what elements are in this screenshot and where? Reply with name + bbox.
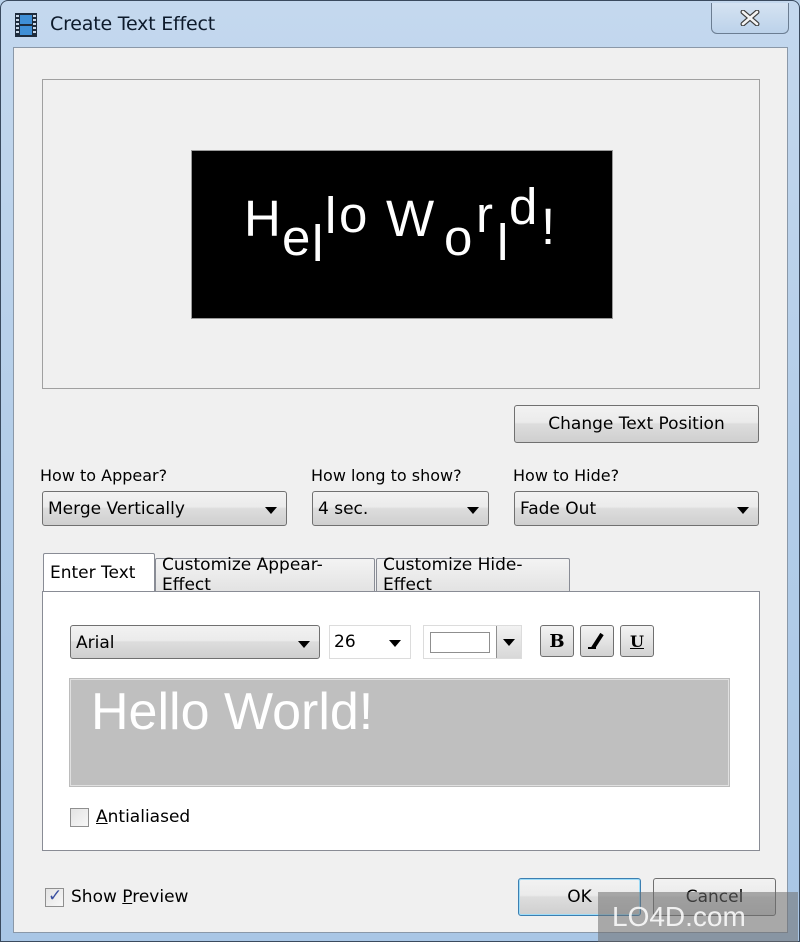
title-bar[interactable]: Create Text Effect (1, 1, 800, 47)
preview-area: H e l l o W o r l d ! (42, 79, 760, 389)
preview-glyph: r (476, 186, 493, 243)
hide-effect-select[interactable]: Fade Out (514, 491, 759, 526)
preview-glyph: ! (541, 198, 556, 255)
preview-glyph: o (444, 209, 473, 266)
text-color-picker[interactable] (423, 625, 522, 659)
tab-customize-hide-effect[interactable]: Customize Hide-Effect (376, 555, 570, 595)
bold-button[interactable]: B (540, 625, 574, 657)
underline-button[interactable]: U (620, 625, 654, 657)
watermark-text: LO4D.com (612, 901, 746, 932)
animated-preview-text: H e l l o W o r l d ! (244, 178, 584, 289)
chevron-down-icon (737, 507, 749, 514)
underline-icon: U (630, 631, 644, 651)
antialiased-checkbox[interactable] (70, 808, 89, 827)
checkmark-icon: ✓ (48, 886, 63, 906)
duration-label: How long to show? (311, 466, 462, 485)
preview-glyph: l (325, 187, 337, 244)
show-preview-label-rest: review (132, 887, 189, 907)
show-preview-label-start: Show (71, 887, 123, 907)
effect-text-value: Hello World! (91, 683, 374, 741)
dialog-window: Create Text Effect H e l l o W o r l d !… (0, 0, 800, 942)
color-swatch (430, 632, 490, 653)
appear-effect-value: Merge Vertically (48, 499, 185, 519)
show-preview-checkbox[interactable]: ✓ (45, 886, 64, 907)
antialiased-label[interactable]: Antialiased (96, 807, 190, 827)
accelerator-key: A (96, 807, 108, 827)
window-title: Create Text Effect (50, 13, 216, 35)
preview-glyph: W (386, 190, 435, 247)
chevron-down-icon (503, 639, 515, 646)
tab-enter-text[interactable]: Enter Text (43, 553, 155, 591)
watermark: LO4D.com (598, 892, 798, 942)
tab-customize-appear-effect[interactable]: Customize Appear-Effect (155, 555, 375, 595)
close-button[interactable] (711, 3, 789, 34)
effect-text-input[interactable]: Hello World! (69, 678, 730, 787)
italic-button[interactable] (580, 625, 614, 657)
italic-icon (588, 632, 604, 650)
bold-icon: B (549, 630, 565, 652)
duration-select[interactable]: 4 sec. (312, 491, 489, 526)
accelerator-key: P (122, 887, 133, 907)
font-size-select[interactable]: 26 (329, 625, 411, 659)
duration-value: 4 sec. (318, 499, 369, 519)
change-text-position-button[interactable]: Change Text Position (514, 405, 759, 443)
chevron-down-icon (265, 507, 277, 514)
font-size-value: 26 (334, 632, 356, 652)
color-dropdown-button[interactable] (496, 626, 521, 658)
appear-label: How to Appear? (40, 466, 168, 485)
hide-label: How to Hide? (513, 466, 620, 485)
appear-effect-select[interactable]: Merge Vertically (42, 491, 287, 526)
preview-glyph: l (312, 215, 324, 272)
font-family-select[interactable]: Arial (70, 625, 320, 659)
preview-glyph: l (497, 214, 509, 271)
preview-glyph: o (339, 186, 368, 243)
dialog-content: H e l l o W o r l d ! Change Text Positi… (13, 47, 788, 933)
preview-glyph: H (244, 190, 281, 247)
chevron-down-icon (389, 640, 401, 647)
chevron-down-icon (298, 641, 310, 648)
film-strip-icon (15, 13, 37, 37)
close-icon (740, 10, 760, 26)
chevron-down-icon (467, 507, 479, 514)
font-family-value: Arial (76, 633, 115, 653)
preview-canvas: H e l l o W o r l d ! (191, 150, 613, 319)
show-preview-label[interactable]: Show Preview (71, 887, 188, 907)
hide-effect-value: Fade Out (520, 499, 597, 519)
preview-glyph: e (282, 209, 311, 266)
enter-text-panel: Arial 26 B U Hello World! Antialiased (42, 591, 760, 851)
antialiased-label-rest: ntialiased (107, 807, 191, 827)
preview-glyph: d (509, 178, 538, 235)
